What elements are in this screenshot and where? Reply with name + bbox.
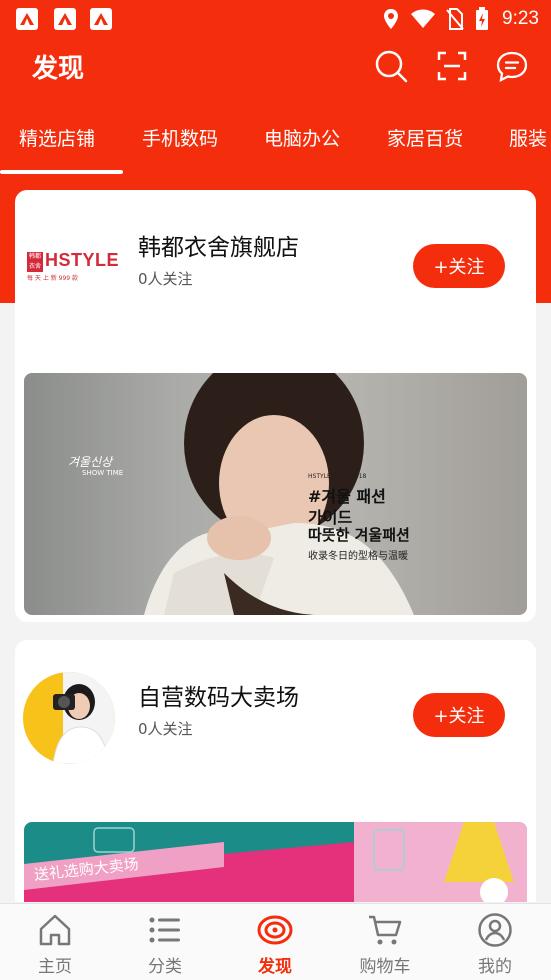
tab-clothing[interactable]: 服装 bbox=[509, 124, 547, 151]
store-banner[interactable]: 送礼选购大卖场 数码狂欢季 bbox=[24, 822, 527, 902]
banner-look-text: HSTYLE LOOK 2018 bbox=[308, 473, 367, 480]
discover-eye-icon bbox=[257, 915, 293, 945]
location-icon bbox=[384, 9, 399, 29]
search-button[interactable] bbox=[373, 48, 409, 84]
chat-bubble-icon bbox=[496, 51, 528, 82]
logo-wordmark: HSTYLE bbox=[45, 250, 120, 270]
app-notification-icon bbox=[16, 8, 38, 30]
tab-computers-office[interactable]: 电脑办公 bbox=[264, 124, 340, 151]
status-time: 9:23 bbox=[502, 8, 539, 29]
banner-script-text: 겨울신상 bbox=[68, 455, 113, 469]
battery-charging-icon bbox=[476, 7, 489, 30]
top-app-bar: 发现 bbox=[0, 38, 551, 96]
message-button[interactable] bbox=[494, 48, 530, 84]
nav-label: 购物车 bbox=[359, 957, 411, 977]
scan-button[interactable] bbox=[434, 48, 470, 84]
nav-home[interactable]: 主页 bbox=[0, 904, 110, 980]
banner-show-time: SHOW TIME bbox=[82, 469, 124, 477]
store-avatar-photo bbox=[52, 672, 115, 764]
nav-label: 发现 bbox=[258, 957, 292, 977]
banner-caption: 收录冬日的型格与温暖 bbox=[308, 551, 408, 562]
nav-categories[interactable]: 分类 bbox=[110, 904, 220, 980]
banner-headline: 따뜻한 겨울패션 bbox=[308, 526, 410, 544]
cart-icon bbox=[369, 915, 402, 945]
store-banner[interactable]: 겨울신상 SHOW TIME HSTYLE LOOK 2018 #겨울 패션 가… bbox=[24, 373, 527, 615]
category-tabs: 精选店铺 手机数码 电脑办公 家居百货 服装 bbox=[0, 112, 551, 174]
tab-indicator bbox=[0, 170, 123, 174]
nav-profile[interactable]: 我的 bbox=[440, 904, 550, 980]
store-name[interactable]: 韩都衣舍旗舰店 bbox=[138, 228, 299, 262]
nav-cart[interactable]: 购物车 bbox=[330, 904, 440, 980]
home-icon bbox=[39, 914, 71, 946]
wifi-icon bbox=[411, 9, 436, 28]
scan-icon bbox=[437, 51, 467, 81]
follow-button[interactable]: +关注 bbox=[413, 693, 505, 737]
tab-phones-digital[interactable]: 手机数码 bbox=[142, 124, 218, 151]
store-avatar bbox=[23, 672, 115, 764]
page-title: 发现 bbox=[32, 54, 85, 84]
tab-home-goods[interactable]: 家居百货 bbox=[387, 124, 463, 151]
status-bar: 9:23 bbox=[0, 0, 551, 38]
follower-count: 0人关注 bbox=[138, 270, 193, 288]
nav-discover[interactable]: 发现 bbox=[220, 904, 330, 980]
no-sim-icon bbox=[446, 8, 464, 30]
profile-icon bbox=[478, 913, 512, 947]
app-notification-icon bbox=[90, 8, 112, 30]
nav-label: 我的 bbox=[478, 957, 512, 977]
nav-label: 主页 bbox=[38, 957, 72, 977]
tab-featured-stores[interactable]: 精选店铺 bbox=[19, 124, 95, 151]
brand-mark-icon: 韩都 衣舍 bbox=[27, 252, 43, 272]
banner-photo bbox=[144, 373, 414, 615]
list-icon bbox=[149, 917, 180, 943]
store-card[interactable]: 自营数码大卖场 0人关注 +关注 送礼选购大卖场 数码狂欢季 bbox=[15, 640, 536, 902]
logo-tagline: 每 天 上 新 999 款 bbox=[27, 275, 78, 282]
follow-button[interactable]: +关注 bbox=[413, 244, 505, 288]
nav-label: 分类 bbox=[148, 957, 182, 977]
follower-count: 0人关注 bbox=[138, 720, 193, 738]
bottom-navigation: 主页 分类 发现 购物车 我的 bbox=[0, 903, 551, 980]
app-notification-icon bbox=[54, 8, 76, 30]
search-icon bbox=[375, 50, 408, 83]
store-logo: 韩都 衣舍 HSTYLE 每 天 上 新 999 款 bbox=[25, 250, 119, 282]
store-card[interactable]: 韩都 衣舍 HSTYLE 每 天 上 新 999 款 韩都衣舍旗舰店 0人关注 +… bbox=[15, 190, 536, 622]
store-name[interactable]: 自营数码大卖场 bbox=[138, 678, 299, 712]
